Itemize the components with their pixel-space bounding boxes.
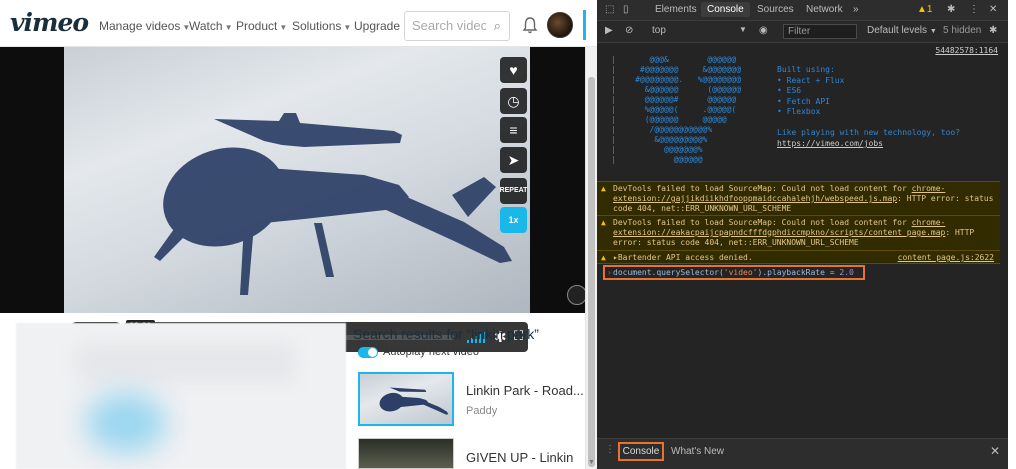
nav-watch[interactable]: Watch ▼ xyxy=(189,19,232,33)
site-header: vimeo Manage videos ▼ Watch ▼ Product ▼ Sol… xyxy=(0,0,597,47)
more-options-icon[interactable]: ⋮ xyxy=(969,4,979,15)
drawer-menu-icon[interactable]: ⋮ xyxy=(605,444,615,455)
warning-icon: ▲ xyxy=(601,218,606,227)
search-input[interactable] xyxy=(412,18,486,33)
warning-count: 1 xyxy=(926,4,933,15)
console-toolbar: ▶ ⊘ top ▼ ◉ Default levels ▼ 5 hidden ✱ xyxy=(597,21,1008,43)
result-title[interactable]: Linkin Park - Road... xyxy=(466,383,584,398)
nav-manage-videos[interactable]: Manage videos ▼ xyxy=(99,19,190,33)
helicopter-shadow-image xyxy=(154,113,512,295)
drawer-tab-console[interactable]: Console xyxy=(618,442,664,461)
video-player[interactable]: ♥ ◷ ≡ ➤ REPEAT 1x 03:01 ✱ ⛶ xyxy=(0,47,590,352)
device-toolbar-icon[interactable]: ▯ xyxy=(623,4,629,15)
tab-network[interactable]: Network xyxy=(806,4,843,15)
chevron-down-icon: ▼ xyxy=(343,23,352,32)
warning-icon: ▲ xyxy=(601,184,606,193)
settings-gear-icon[interactable]: ✱ xyxy=(947,4,955,15)
nav-upgrade[interactable]: Upgrade xyxy=(354,19,400,33)
scroll-thumb[interactable] xyxy=(588,77,595,467)
drawer-tab-whats-new[interactable]: What's New xyxy=(671,446,724,457)
page-margin xyxy=(1008,0,1016,469)
autoplay-toggle[interactable] xyxy=(358,347,378,358)
tab-console[interactable]: Console xyxy=(701,2,750,17)
share-button[interactable]: ➤ xyxy=(500,147,527,173)
vimeo-logo[interactable]: vimeo xyxy=(10,8,89,37)
filter-input[interactable] xyxy=(783,24,857,39)
inspect-element-icon[interactable]: ⬚ xyxy=(605,4,614,15)
console-warning: ▲ DevTools failed to load SourceMap: Cou… xyxy=(597,215,1000,251)
tab-elements[interactable]: Elements xyxy=(655,4,697,15)
warning-count-icon[interactable]: ▲1 xyxy=(917,4,932,15)
nav-solutions[interactable]: Solutions ▼ xyxy=(292,19,351,33)
search-results-title: Search results for “linkin park” xyxy=(353,326,539,342)
source-link[interactable]: 54482578:1164 xyxy=(935,46,998,55)
send-icon: ➤ xyxy=(507,151,520,168)
build-info: Built using: • React + Flux • ES6 • Fetc… xyxy=(777,65,961,137)
autoplay-label: Autoplay next video xyxy=(383,346,480,358)
close-icon[interactable]: ✕ xyxy=(990,444,1000,458)
vimeo-ascii-logo: | @@@& @@@@@@ | #@@@@@@@ &@@@@@@@ | #@@@… xyxy=(611,55,742,164)
vimeo-page: vimeo Manage videos ▼ Watch ▼ Product ▼ Sol… xyxy=(0,0,597,469)
chevron-down-icon: ▼ xyxy=(279,23,288,32)
hidden-count: 5 hidden xyxy=(943,25,982,36)
chevron-down-icon: ▼ xyxy=(929,28,937,35)
sidebar-toggle-icon[interactable]: ▶ xyxy=(605,25,613,36)
search-box: ⌕ xyxy=(404,11,510,41)
repeat-button[interactable]: REPEAT xyxy=(500,178,527,204)
console-settings-icon[interactable]: ✱ xyxy=(989,25,997,36)
devtools-drawer: ⋮ Console What's New ✕ xyxy=(597,438,1008,469)
devtools-tabbar: ⬚ ▯ Elements Console Sources Network » ▲… xyxy=(597,0,1008,21)
avatar[interactable] xyxy=(547,12,573,38)
clock-icon: ◷ xyxy=(507,92,520,109)
context-selector[interactable]: top xyxy=(652,25,666,36)
video-frame[interactable] xyxy=(64,47,530,313)
prompt-chevron-icon: › xyxy=(607,268,612,277)
page-scrollbar[interactable]: ▼ xyxy=(585,47,597,469)
tab-sources[interactable]: Sources xyxy=(757,4,794,15)
header-accent-edge xyxy=(583,10,586,40)
console-command[interactable]: › document.querySelector('video').playbac… xyxy=(603,265,865,280)
result-thumbnail[interactable] xyxy=(358,438,454,469)
result-title[interactable]: GIVEN UP - Linkin xyxy=(466,450,573,465)
jobs-link-line: https://vimeo.com/jobs xyxy=(777,139,883,148)
collections-button[interactable]: ≡ xyxy=(500,117,527,143)
clear-console-icon[interactable]: ⊘ xyxy=(625,25,633,36)
result-thumbnail[interactable] xyxy=(358,372,454,426)
bell-icon[interactable] xyxy=(522,16,538,34)
context-dropdown-icon[interactable]: ▼ xyxy=(739,25,747,34)
log-levels-label: Default levels xyxy=(867,25,928,36)
nav-product[interactable]: Product ▼ xyxy=(236,19,287,33)
devtools-panel: ⬚ ▯ Elements Console Sources Network » ▲… xyxy=(597,0,1008,469)
layers-icon: ≡ xyxy=(509,122,518,138)
source-link[interactable]: content_page.js:2622 xyxy=(898,253,994,263)
scroll-down-arrow[interactable]: ▼ xyxy=(588,459,595,466)
console-warning: ▲ ▸Bartender API access denied. content_… xyxy=(597,250,1000,264)
log-levels-dropdown[interactable]: Default levels ▼ xyxy=(867,25,937,36)
search-icon[interactable]: ⌕ xyxy=(494,18,501,34)
speed-button[interactable]: 1x xyxy=(500,207,527,233)
heart-icon: ♥ xyxy=(509,62,518,78)
blurred-content xyxy=(16,323,346,469)
helicopter-thumbnail-image xyxy=(379,387,449,415)
result-author[interactable]: Paddy xyxy=(466,405,497,417)
more-tabs-icon[interactable]: » xyxy=(853,4,859,15)
warning-icon: ▲ xyxy=(601,253,606,262)
close-icon[interactable]: ✕ xyxy=(989,4,997,15)
console-warning: ▲ DevTools failed to load SourceMap: Cou… xyxy=(597,181,1000,217)
like-button[interactable]: ♥ xyxy=(500,57,527,83)
jobs-link[interactable]: https://vimeo.com/jobs xyxy=(777,139,883,148)
eye-icon[interactable]: ◉ xyxy=(759,25,768,36)
console-output: 54482578:1164 | @@@& @@@@@@ | #@@@@@@@ &… xyxy=(597,43,1008,438)
vimeo-badge-icon[interactable] xyxy=(567,285,587,305)
chevron-down-icon: ▼ xyxy=(224,23,233,32)
watch-later-button[interactable]: ◷ xyxy=(500,88,527,114)
